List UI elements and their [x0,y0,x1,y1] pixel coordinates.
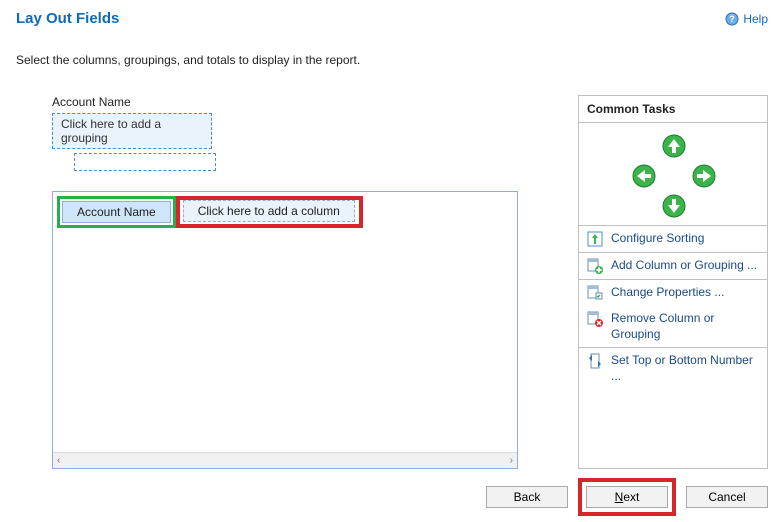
move-right-button[interactable] [691,163,717,189]
add-column-label: Add Column or Grouping ... [611,258,757,274]
change-properties-label: Change Properties ... [611,285,724,301]
cancel-button[interactable]: Cancel [686,486,768,508]
add-column-placeholder[interactable]: Click here to add a column [183,200,355,222]
horizontal-scrollbar[interactable]: ‹ › [53,452,517,468]
next-button[interactable]: Next [586,486,668,508]
help-icon: ? [725,12,739,26]
back-button[interactable]: Back [486,486,568,508]
selected-column-highlight: Account Name [57,196,176,228]
top-bottom-icon [587,353,603,369]
move-left-button[interactable] [631,163,657,189]
grouping-field-label: Account Name [52,95,558,109]
add-column-icon [587,258,603,274]
properties-icon [587,285,603,301]
page-title: Lay Out Fields [16,10,119,27]
sort-icon [587,231,603,247]
configure-sorting-label: Configure Sorting [611,231,704,247]
common-tasks-title: Common Tasks [579,96,767,123]
next-button-highlight: Next [578,478,676,516]
common-tasks-panel: Common Tasks [578,95,768,469]
help-label: Help [743,12,768,26]
add-column-highlight: Click here to add a column [176,196,363,228]
svg-text:?: ? [730,14,736,24]
remove-column-label: Remove Column or Grouping [611,311,759,342]
grouping-sub-placeholder[interactable] [74,153,216,171]
configure-sorting-link[interactable]: Configure Sorting [579,226,767,252]
move-up-button[interactable] [661,133,687,159]
add-grouping-placeholder[interactable]: Click here to add a grouping [52,113,212,149]
add-column-link[interactable]: Add Column or Grouping ... [579,253,767,279]
set-top-bottom-label: Set Top or Bottom Number ... [611,353,759,384]
change-properties-link[interactable]: Change Properties ... [579,280,767,306]
set-top-bottom-link[interactable]: Set Top or Bottom Number ... [579,348,767,389]
help-link[interactable]: ? Help [725,12,768,26]
scroll-left-icon[interactable]: ‹ [57,455,60,466]
remove-column-icon [587,311,603,327]
report-layout-area: Account Name Click here to add a column … [52,191,518,469]
remove-column-link[interactable]: Remove Column or Grouping [579,306,767,347]
move-down-button[interactable] [661,193,687,219]
scroll-right-icon[interactable]: › [510,455,513,466]
instructions-text: Select the columns, groupings, and total… [16,53,768,67]
column-header-account-name[interactable]: Account Name [62,201,171,223]
